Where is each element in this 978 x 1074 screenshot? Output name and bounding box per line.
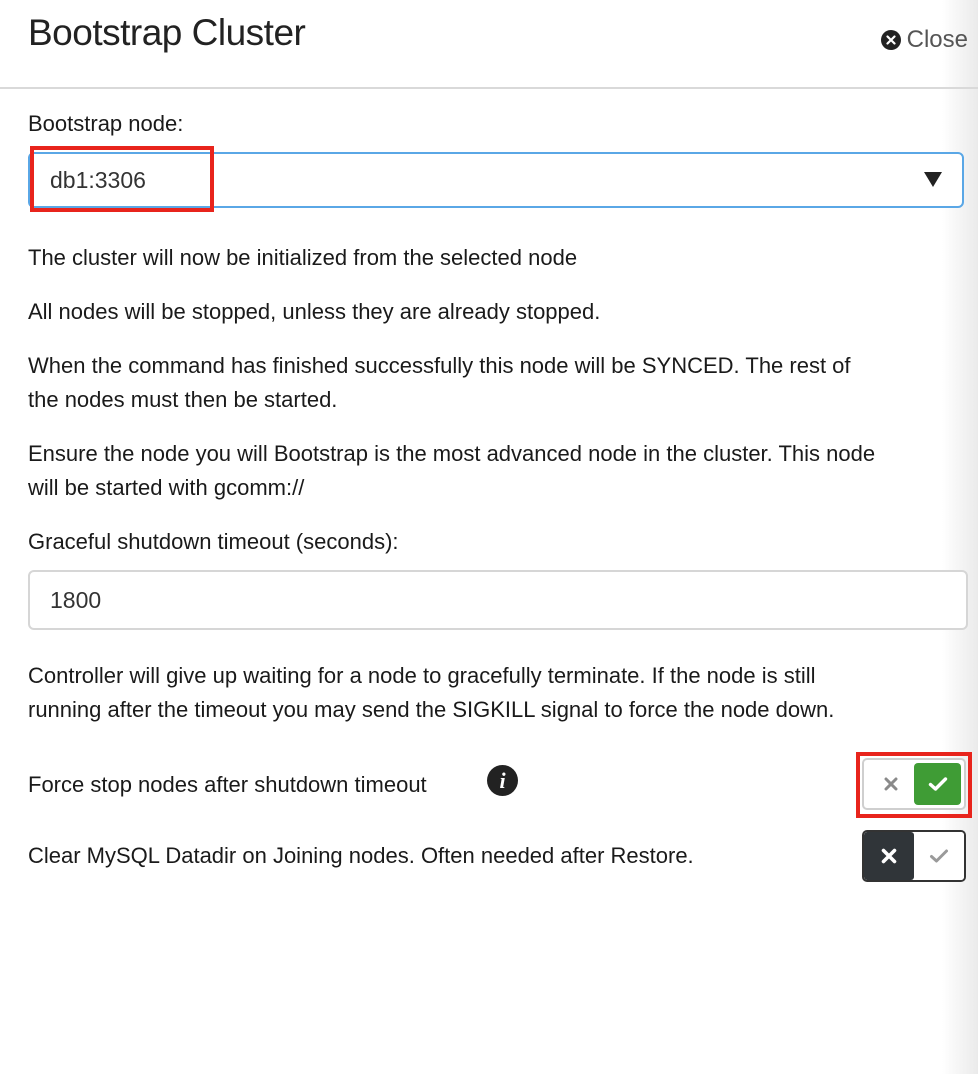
info-icon[interactable]: i	[487, 765, 518, 796]
x-icon	[884, 777, 897, 791]
force-stop-toggle[interactable]	[862, 758, 966, 810]
force-stop-label: Force stop nodes after shutdown timeout	[28, 772, 427, 797]
info-text-advanced-2: will be started with gcomm://	[28, 475, 305, 500]
toggle-on-side[interactable]	[914, 763, 961, 805]
dialog-title: Bootstrap Cluster	[28, 12, 306, 53]
check-icon	[928, 777, 947, 791]
close-button[interactable]: Close	[880, 26, 968, 54]
bootstrap-node-value: db1:3306	[50, 167, 146, 193]
x-icon	[881, 848, 897, 864]
close-circle-icon	[880, 30, 901, 50]
toggle-off-side[interactable]	[867, 763, 914, 805]
clear-datadir-label: Clear MySQL Datadir on Joining nodes. Of…	[28, 843, 694, 868]
bootstrap-node-select[interactable]: db1:3306	[28, 152, 964, 208]
dialog-header: Bootstrap Cluster Close	[0, 0, 978, 89]
info-text-advanced-1: Ensure the node you will Bootstrap is th…	[28, 441, 876, 466]
info-text-synced-1: When the command has finished successful…	[28, 353, 851, 378]
shutdown-timeout-label: Graceful shutdown timeout (seconds):	[28, 529, 399, 554]
info-text-initialized: The cluster will now be initialized from…	[28, 245, 578, 270]
check-icon	[930, 849, 948, 863]
timeout-help-text-2: running after the timeout you may send t…	[28, 697, 835, 722]
info-text-synced-2: the nodes must then be started.	[28, 387, 338, 412]
bootstrap-node-label: Bootstrap node:	[28, 111, 184, 136]
toggle-on-side[interactable]	[914, 832, 964, 880]
info-text-stopped: All nodes will be stopped, unless they a…	[28, 299, 601, 324]
clear-datadir-toggle[interactable]	[862, 830, 966, 882]
shutdown-timeout-input[interactable]	[28, 570, 968, 630]
close-label: Close	[906, 26, 968, 53]
timeout-help-text-1: Controller will give up waiting for a no…	[28, 663, 816, 688]
caret-down-icon	[924, 172, 942, 187]
toggle-off-side[interactable]	[864, 832, 914, 880]
